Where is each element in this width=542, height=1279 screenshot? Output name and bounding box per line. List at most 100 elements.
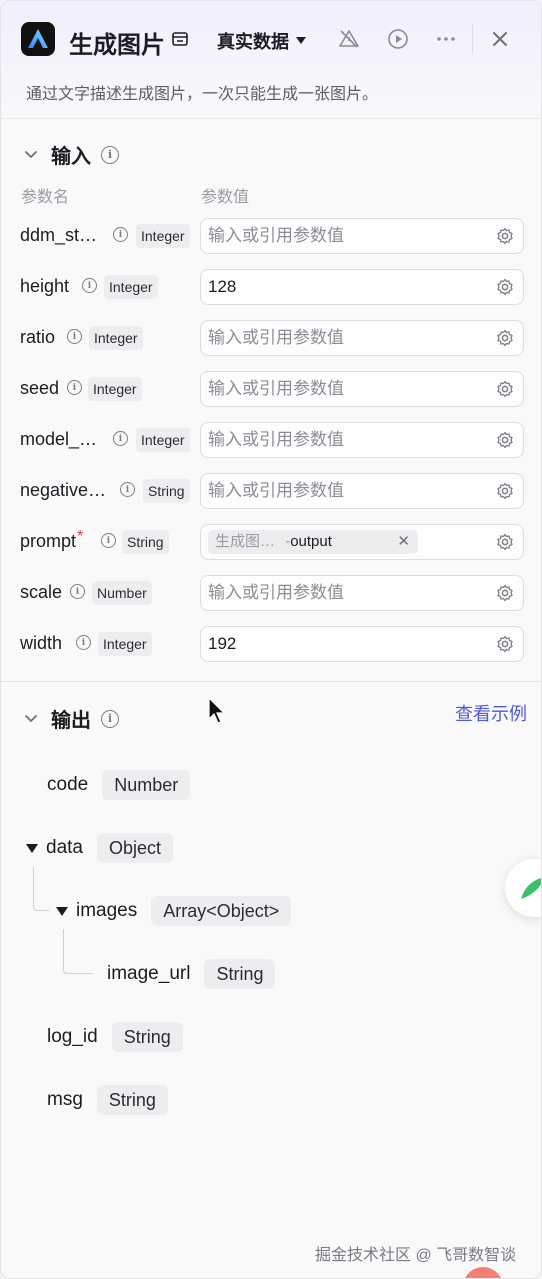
node-description: 通过文字描述生成图片，一次只能生成一张图片。 — [26, 86, 379, 103]
info-icon[interactable]: i — [113, 227, 128, 242]
param-name: model_… — [20, 429, 98, 449]
logo-icon — [28, 29, 48, 48]
param-type: Number — [92, 581, 152, 605]
output-field: image_url String — [107, 959, 276, 989]
output-field[interactable]: data Object — [26, 833, 174, 863]
gear-icon[interactable] — [496, 635, 514, 653]
run-icon[interactable] — [386, 27, 410, 51]
param-type: Integer — [136, 224, 190, 248]
panel-header: 生成图片 真实数据 通过文字描述生成图片，一次只能生成一张图片。 — [1, 1, 541, 119]
tree-connector — [33, 867, 49, 911]
gear-icon[interactable] — [496, 431, 514, 449]
expand-triangle-icon[interactable] — [56, 906, 68, 916]
param-row: negative… i String 输入或引用参数值 — [1, 473, 541, 509]
param-value-input[interactable]: 输入或引用参数值 — [200, 422, 524, 458]
view-example-link[interactable]: 查看示例 — [455, 700, 527, 726]
reference-tag[interactable]: 生成图… -output ✕ — [208, 530, 418, 554]
mouse-cursor-icon — [208, 696, 226, 730]
input-section-title: 输入 — [51, 146, 91, 168]
output-field-type: Object — [96, 833, 174, 863]
node-title[interactable]: 生成图片 — [69, 25, 165, 60]
param-type: String — [143, 479, 190, 503]
param-row: ddm_st… i Integer 输入或引用参数值 — [1, 218, 541, 254]
param-row: width i Integer 192 — [1, 626, 541, 662]
output-field-type: String — [204, 959, 276, 989]
param-name: ddm_st… — [20, 225, 98, 245]
output-field-name: image_url — [107, 963, 191, 984]
param-name: height — [20, 276, 70, 296]
info-icon[interactable]: i — [70, 584, 85, 599]
param-type: Integer — [104, 275, 158, 299]
gear-icon[interactable] — [496, 380, 514, 398]
info-icon[interactable]: i — [101, 145, 119, 164]
param-name: width — [20, 633, 63, 653]
warning-off-icon[interactable] — [337, 27, 361, 51]
param-value-input[interactable]: 输入或引用参数值 — [200, 371, 524, 407]
caret-down-icon — [296, 37, 306, 44]
param-name: negative… — [20, 480, 107, 500]
param-value-input[interactable]: 输入或引用参数值 — [200, 320, 524, 356]
gear-icon[interactable] — [496, 584, 514, 602]
remove-reference-icon[interactable]: ✕ — [397, 530, 410, 554]
info-icon[interactable]: i — [113, 431, 128, 446]
param-name: scale — [20, 582, 63, 602]
param-type: Integer — [89, 326, 143, 350]
param-name: prompt* — [20, 528, 84, 551]
output-field[interactable]: images Array<Object> — [56, 896, 292, 926]
param-row: ratio i Integer 输入或引用参数值 — [1, 320, 541, 356]
param-row: model_… i Integer 输入或引用参数值 — [1, 422, 541, 458]
output-section-header[interactable]: 输出 i — [21, 704, 119, 733]
param-name: ratio — [20, 327, 56, 347]
param-name: seed — [20, 378, 60, 398]
output-field-type: String — [96, 1085, 168, 1115]
gear-icon[interactable] — [496, 533, 514, 551]
param-value-input[interactable]: 输入或引用参数值 — [200, 218, 524, 254]
param-value-input[interactable]: 输入或引用参数值 — [200, 575, 524, 611]
param-row: scale i Number 输入或引用参数值 — [1, 575, 541, 611]
output-field-name: images — [76, 900, 138, 921]
required-marker: * — [77, 528, 84, 545]
info-icon[interactable]: i — [120, 482, 135, 497]
reference-output: output — [290, 533, 332, 550]
param-value-input[interactable]: 128 — [200, 269, 524, 305]
output-field: code Number — [47, 770, 191, 800]
param-name-column: 参数名 — [21, 189, 70, 206]
data-source-dropdown[interactable]: 真实数据 — [217, 28, 307, 54]
output-section-title: 输出 — [51, 710, 91, 732]
output-field-type: Number — [102, 770, 191, 800]
more-icon[interactable] — [434, 27, 458, 51]
output-field-name: code — [47, 774, 89, 795]
param-row: seed i Integer 输入或引用参数值 — [1, 371, 541, 407]
gear-icon[interactable] — [496, 329, 514, 347]
param-value-column: 参数值 — [201, 189, 250, 206]
param-value-input[interactable]: 192 — [200, 626, 524, 662]
info-icon[interactable]: i — [101, 709, 119, 728]
gear-icon[interactable] — [496, 227, 514, 245]
info-icon[interactable]: i — [101, 533, 116, 548]
output-field: log_id String — [47, 1022, 183, 1052]
tree-connector — [63, 929, 93, 974]
chevron-down-icon[interactable] — [21, 709, 41, 729]
store-icon[interactable] — [171, 30, 189, 53]
info-icon[interactable]: i — [67, 380, 82, 395]
floating-assistant-button[interactable] — [505, 859, 541, 917]
input-section-header[interactable]: 输入 i — [21, 140, 119, 169]
close-icon[interactable] — [488, 27, 512, 51]
expand-triangle-icon[interactable] — [26, 843, 38, 853]
param-type: Integer — [98, 632, 152, 656]
chevron-down-icon[interactable] — [21, 145, 41, 165]
param-type: String — [122, 530, 169, 554]
output-field-type: Array<Object> — [151, 896, 292, 926]
param-value-input[interactable]: 输入或引用参数值 — [200, 473, 524, 509]
param-row: prompt* i String 生成图… -output ✕ — [1, 524, 541, 560]
info-icon[interactable]: i — [67, 329, 82, 344]
gear-icon[interactable] — [496, 278, 514, 296]
data-source-label: 真实数据 — [217, 32, 289, 52]
output-field-name: msg — [47, 1089, 83, 1110]
param-value-input[interactable]: 生成图… -output ✕ — [200, 524, 524, 560]
info-icon[interactable]: i — [76, 635, 91, 650]
leaf-icon — [521, 878, 541, 899]
gear-icon[interactable] — [496, 482, 514, 500]
info-icon[interactable]: i — [82, 278, 97, 293]
param-type: Integer — [88, 377, 142, 401]
